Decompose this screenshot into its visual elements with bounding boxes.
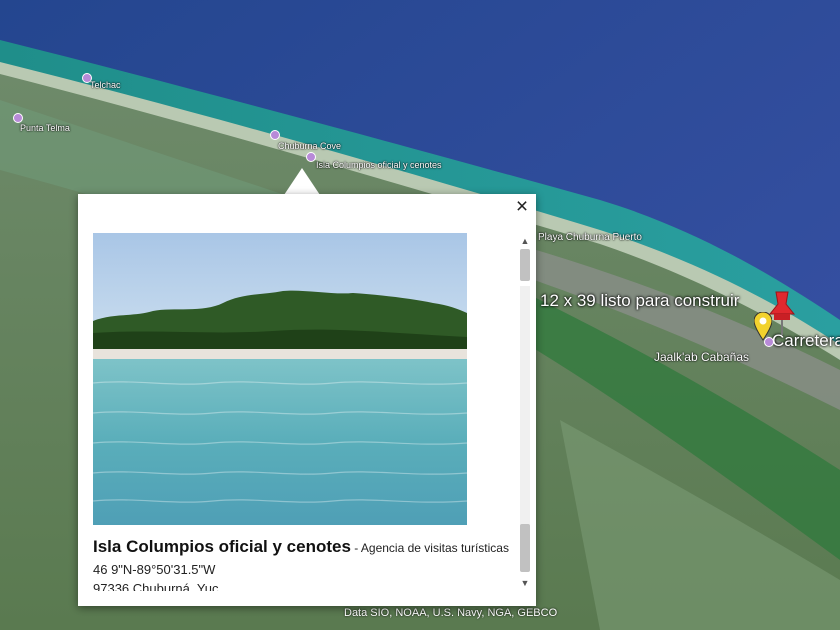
place-pin-punta[interactable]: [13, 113, 23, 123]
scrollbar-track[interactable]: [520, 286, 530, 536]
place-label-telchac[interactable]: Telchac: [90, 80, 121, 90]
place-label-isla-columpios[interactable]: Isla Columpios oficial y cenotes: [316, 160, 442, 170]
scrollbar-thumb-lower[interactable]: [520, 524, 530, 572]
place-photo[interactable]: [93, 233, 467, 525]
place-label-chuburna-cove[interactable]: Chuburna Cove: [278, 141, 341, 151]
popup-pointer: [284, 168, 320, 195]
place-address: 97336 Chuburná, Yuc.: [93, 581, 223, 591]
photo-sandbar: [93, 349, 467, 359]
red-pushpin-icon[interactable]: [768, 290, 796, 336]
place-info-popup: × ▲ ▼ Isla Columpios oficial y cenotes -…: [78, 194, 536, 606]
place-pin-chuburna-cove[interactable]: [270, 130, 280, 140]
place-category: - Agencia de visitas turísticas: [350, 541, 509, 555]
place-title: Isla Columpios oficial y cenotes - Agenc…: [93, 537, 509, 557]
scroll-down-arrow-icon[interactable]: ▼: [520, 578, 530, 588]
place-coordinates: 46 9"N-89°50'31.5"W: [93, 562, 216, 577]
place-label-punta[interactable]: Punta Telma: [20, 123, 70, 133]
place-name: Isla Columpios oficial y cenotes: [93, 537, 351, 556]
place-pin-isla-columpios[interactable]: [306, 152, 316, 162]
popup-scrollbar[interactable]: ▲ ▼: [518, 234, 532, 590]
map-attribution: Data SIO, NOAA, U.S. Navy, NGA, GEBCO: [344, 607, 558, 619]
place-label-playa[interactable]: Playa Chuburna Puerto: [538, 232, 642, 243]
place-label-cabanas[interactable]: Jaalk'ab Cabañas: [654, 350, 749, 364]
scrollbar-thumb[interactable]: [520, 249, 530, 281]
scroll-up-arrow-icon[interactable]: ▲: [520, 236, 530, 246]
close-button[interactable]: ×: [512, 196, 532, 218]
place-label-lot[interactable]: 12 x 39 listo para construir: [540, 291, 739, 311]
place-pin-carretera[interactable]: [764, 337, 774, 347]
